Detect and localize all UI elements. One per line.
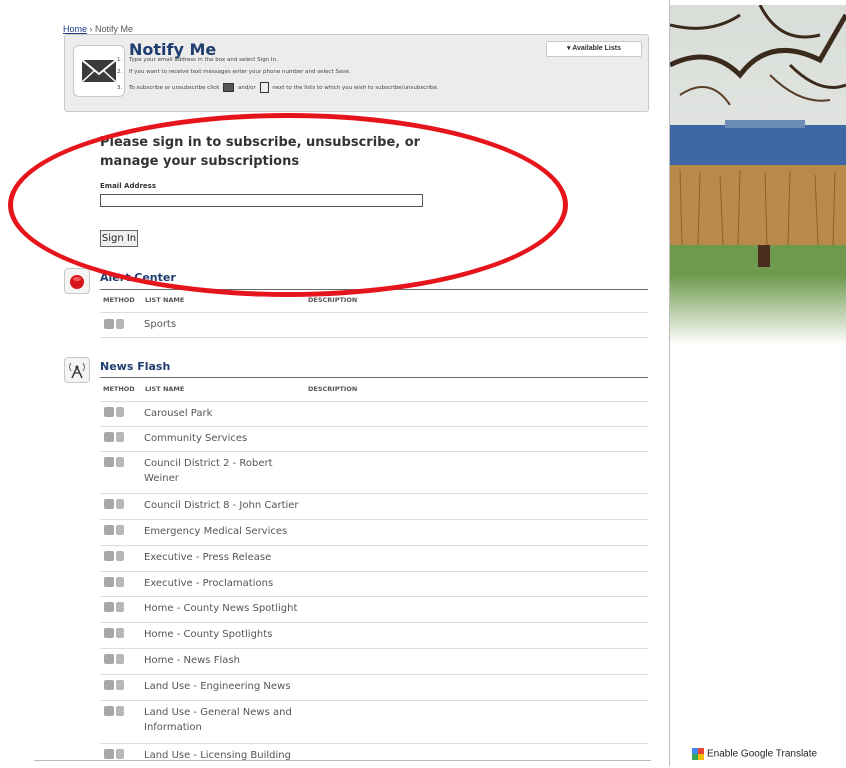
method-icons	[104, 680, 124, 699]
sms-subscribe-icon[interactable]	[116, 654, 124, 664]
google-translate-icon	[692, 748, 704, 760]
chevron-down-icon: ▾	[567, 45, 571, 52]
method-icons	[104, 654, 124, 673]
method-icons	[104, 706, 124, 725]
sms-subscribe-icon[interactable]	[116, 499, 124, 509]
list-name: Carousel Park	[144, 408, 213, 419]
method-icons	[104, 749, 124, 768]
sms-subscribe-icon[interactable]	[116, 319, 124, 329]
method-icons	[104, 499, 124, 518]
list-name: Council District 2 - Robert Weiner	[144, 458, 273, 484]
list-name: Emergency Medical Services	[144, 526, 288, 537]
news-flash-icon	[64, 357, 90, 383]
list-name: Sports	[144, 319, 177, 330]
google-translate-widget[interactable]: Enable Google Translate	[692, 748, 817, 760]
sms-subscribe-icon[interactable]	[116, 680, 124, 690]
method-icons	[104, 628, 124, 647]
email-subscribe-icon[interactable]	[104, 407, 114, 417]
column-header-method: METHOD	[103, 385, 135, 393]
list-name: Home - County News Spotlight	[144, 603, 298, 614]
email-subscribe-icon[interactable]	[104, 680, 114, 690]
sms-subscribe-icon[interactable]	[116, 749, 124, 759]
section-title-alert-center: Alert Center	[100, 271, 176, 284]
column-header-description: DESCRIPTION	[308, 385, 358, 393]
section-title-news-flash: News Flash	[100, 360, 171, 373]
breadcrumb-home-link[interactable]: Home	[63, 24, 87, 34]
sms-subscribe-icon[interactable]	[116, 577, 124, 587]
email-subscribe-icon[interactable]	[104, 319, 114, 329]
sms-method-icon	[259, 82, 269, 93]
email-subscribe-icon[interactable]	[104, 525, 114, 535]
breadcrumb-separator: ›	[89, 24, 93, 34]
email-field[interactable]	[100, 194, 423, 207]
footer-divider	[34, 760, 651, 761]
list-name: Home - County Spotlights	[144, 629, 273, 640]
sms-subscribe-icon[interactable]	[116, 628, 124, 638]
email-subscribe-icon[interactable]	[104, 457, 114, 467]
email-label: Email Address	[100, 182, 157, 190]
breadcrumb-current: Notify Me	[95, 24, 134, 34]
column-header-list-name: LIST NAME	[145, 385, 185, 393]
alert-icon	[64, 268, 90, 294]
sms-subscribe-icon[interactable]	[116, 432, 124, 442]
list-name: Executive - Press Release	[144, 552, 272, 563]
email-method-icon	[223, 83, 235, 92]
scenic-photo	[670, 5, 846, 345]
signin-heading: Please sign in to subscribe, unsubscribe…	[100, 135, 421, 169]
sms-subscribe-icon[interactable]	[116, 525, 124, 535]
list-name: Council District 8 - John Cartier	[144, 500, 299, 511]
sms-subscribe-icon[interactable]	[116, 706, 124, 716]
email-subscribe-icon[interactable]	[104, 706, 114, 716]
method-icons	[104, 432, 124, 451]
sms-subscribe-icon[interactable]	[116, 551, 124, 561]
breadcrumb: Home › Notify Me	[63, 24, 133, 34]
sms-subscribe-icon[interactable]	[116, 457, 124, 467]
column-header-list-name: LIST NAME	[145, 296, 185, 304]
email-subscribe-icon[interactable]	[104, 628, 114, 638]
sign-in-button[interactable]: Sign In	[100, 230, 138, 247]
method-icons	[104, 577, 124, 596]
method-icons	[104, 407, 124, 426]
list-name: Executive - Proclamations	[144, 578, 274, 589]
available-lists-button[interactable]: ▾ Available Lists	[546, 41, 642, 57]
section-divider	[100, 377, 648, 378]
instruction-item: 3. To subscribe or unsubscribe click and/…	[117, 82, 439, 93]
email-subscribe-icon[interactable]	[104, 654, 114, 664]
email-subscribe-icon[interactable]	[104, 432, 114, 442]
list-name: Community Services	[144, 433, 248, 444]
sms-subscribe-icon[interactable]	[116, 407, 124, 417]
list-name: Land Use - Engineering News	[144, 681, 291, 692]
instruction-item: 1. Type your email address in the box and…	[117, 57, 278, 63]
google-translate-label: Enable Google Translate	[707, 748, 818, 760]
instruction-item: 2. If you want to receive text messages e…	[117, 69, 351, 75]
available-lists-label: Available Lists	[572, 45, 621, 52]
column-header-description: DESCRIPTION	[308, 296, 358, 304]
list-name: Land Use - General News and Information	[144, 707, 292, 733]
method-icons	[104, 319, 124, 338]
method-icons	[104, 525, 124, 544]
list-name: Home - News Flash	[144, 655, 240, 666]
notify-me-panel: Notify Me ▾ Available Lists 1. Type your …	[64, 34, 649, 112]
column-header-method: METHOD	[103, 296, 135, 304]
email-subscribe-icon[interactable]	[104, 749, 114, 759]
method-icons	[104, 551, 124, 570]
method-icons	[104, 602, 124, 621]
email-subscribe-icon[interactable]	[104, 551, 114, 561]
sms-subscribe-icon[interactable]	[116, 602, 124, 612]
email-subscribe-icon[interactable]	[104, 602, 114, 612]
section-divider	[100, 289, 648, 290]
email-subscribe-icon[interactable]	[104, 499, 114, 509]
method-icons	[104, 457, 124, 476]
email-subscribe-icon[interactable]	[104, 577, 114, 587]
